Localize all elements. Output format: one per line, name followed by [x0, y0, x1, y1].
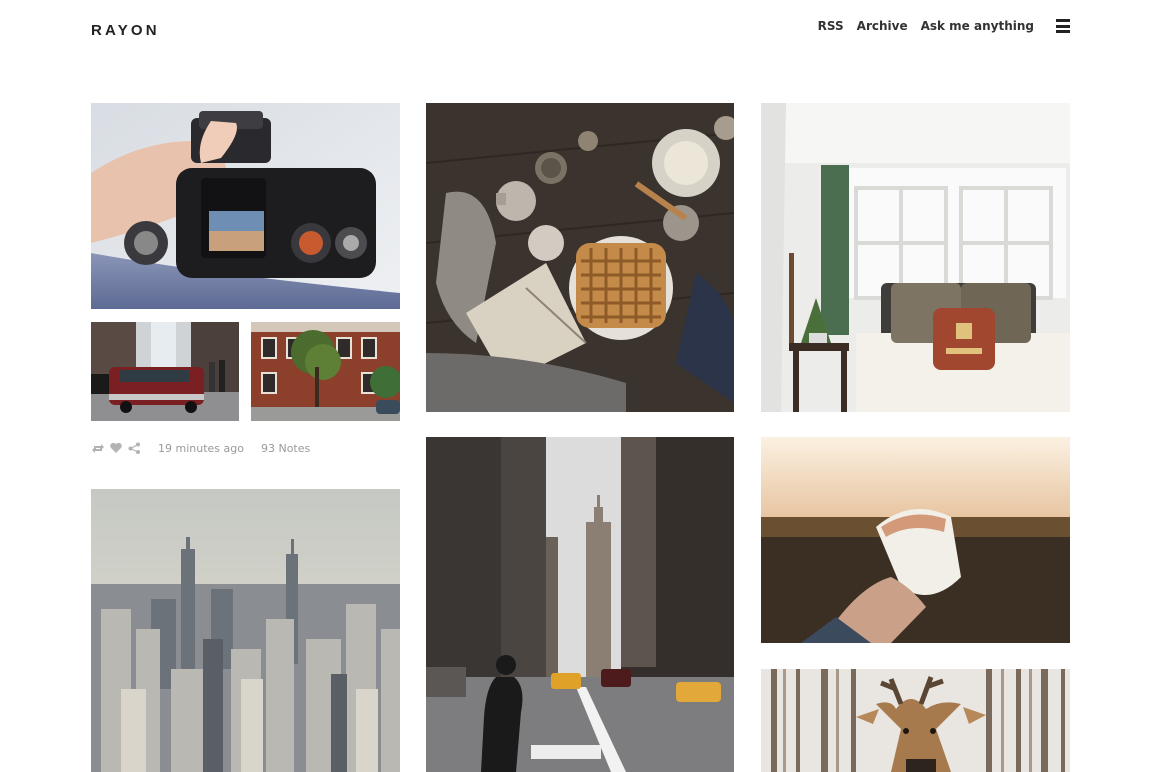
vintage-car-street-photo[interactable]	[91, 322, 239, 421]
skyline-aerial-photo[interactable]	[91, 489, 400, 772]
deer-in-forest-photo[interactable]	[761, 669, 1070, 772]
city-street-crosswalk-photo[interactable]	[426, 437, 734, 772]
camera-photo[interactable]	[91, 103, 400, 309]
nav-link-ask[interactable]: Ask me anything	[921, 18, 1034, 34]
heart-icon[interactable]	[109, 441, 123, 455]
nav-link-archive[interactable]: Archive	[857, 18, 908, 34]
hand-holding-burrito-photo[interactable]	[761, 437, 1070, 643]
top-nav: RSS Archive Ask me anything	[805, 18, 1070, 34]
post-meta: 19 minutes ago 93 Notes	[91, 440, 310, 456]
reblog-icon[interactable]	[91, 441, 105, 455]
brick-townhouse-photo[interactable]	[251, 322, 400, 421]
share-icon[interactable]	[127, 441, 141, 455]
site-logo[interactable]: RAYON	[91, 22, 160, 39]
bedroom-window-photo[interactable]	[761, 103, 1070, 412]
nav-link-rss[interactable]: RSS	[818, 18, 844, 34]
hamburger-menu-icon[interactable]	[1056, 19, 1070, 33]
post-notes-count[interactable]: 93 Notes	[261, 442, 310, 455]
post-timestamp[interactable]: 19 minutes ago	[158, 442, 244, 455]
breakfast-waffle-photo[interactable]	[426, 103, 734, 412]
